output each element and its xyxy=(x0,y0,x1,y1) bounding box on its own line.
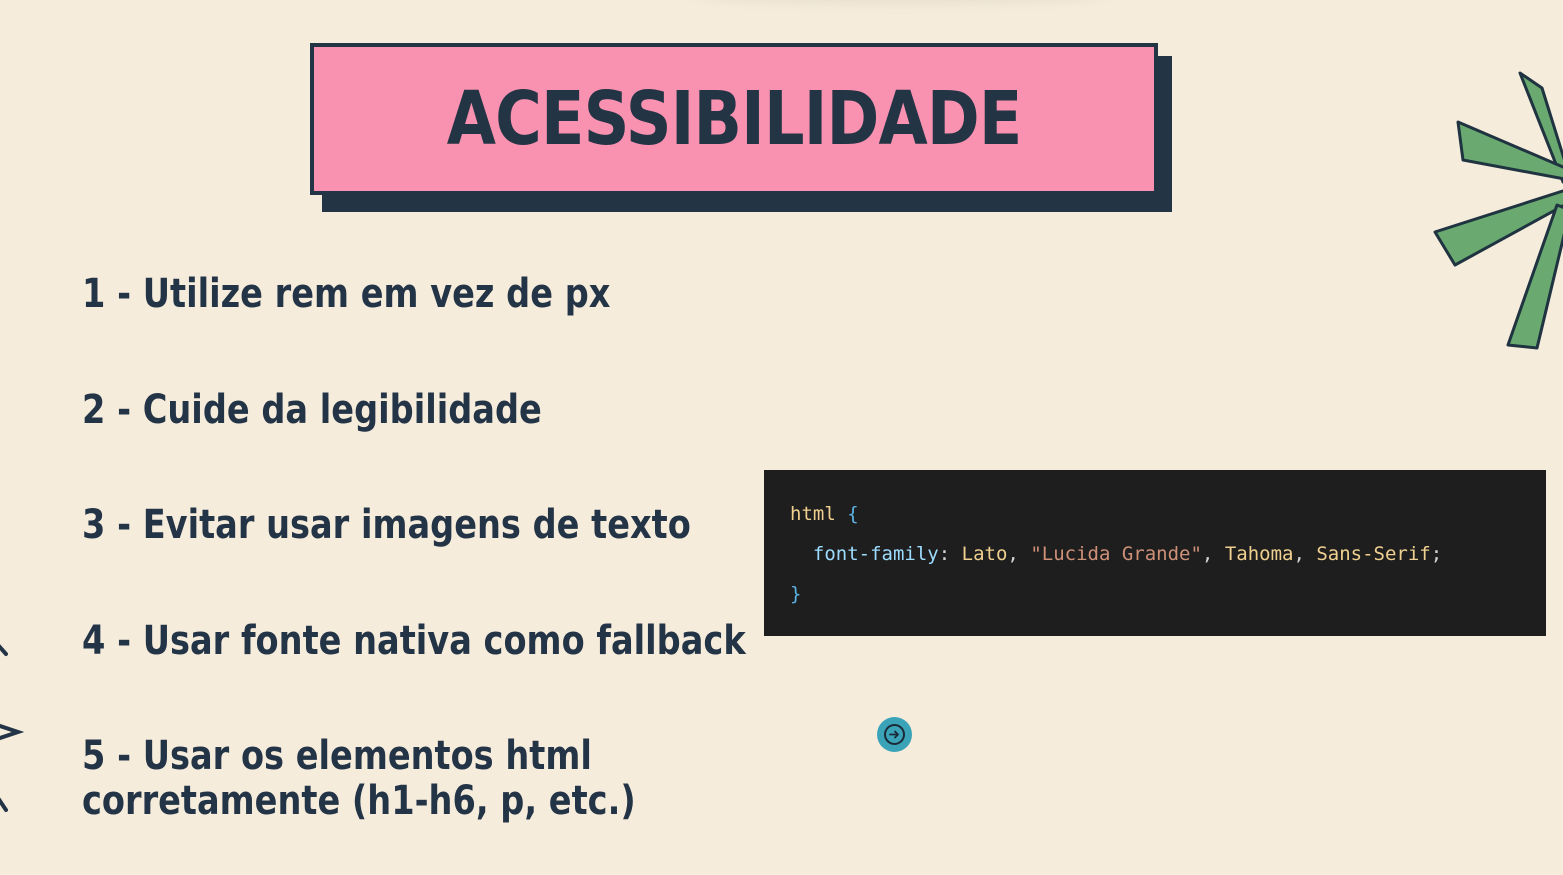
code-semicolon: ; xyxy=(1430,543,1443,565)
list-item-line-2: corretamente (h1-h6, p, etc.) xyxy=(82,778,636,824)
code-open-brace: { xyxy=(847,503,859,525)
code-value-3: Tahoma xyxy=(1224,543,1294,565)
code-close-brace: } xyxy=(790,583,802,605)
code-value-2: "Lucida Grande" xyxy=(1030,543,1202,565)
next-slide-button[interactable] xyxy=(877,717,912,752)
slide-title: ACESSIBILIDADE xyxy=(446,76,1023,162)
code-line-2: font-family: Lato, "Lucida Grande", Taho… xyxy=(790,534,1546,574)
list-item-line-1: 5 - Usar os elementos html xyxy=(82,733,592,779)
star-icon xyxy=(1433,71,1563,350)
code-comma: , xyxy=(1201,543,1214,565)
list-item: 3 - Evitar usar imagens de texto xyxy=(82,502,691,548)
arrow-right-glyph xyxy=(889,730,899,739)
title-box: ACESSIBILIDADE xyxy=(310,43,1158,195)
code-line-3: } xyxy=(790,574,1546,614)
code-snippet: html { font-family: Lato, "Lucida Grande… xyxy=(764,470,1546,636)
code-colon: : xyxy=(938,543,951,565)
code-value-4: Sans-Serif xyxy=(1316,543,1431,565)
list-item: 2 - Cuide da legibilidade xyxy=(82,387,542,433)
list-item: 4 - Usar fonte nativa como fallback xyxy=(82,618,746,664)
list-item: 1 - Utilize rem em vez de px xyxy=(82,271,611,317)
code-selector: html xyxy=(790,503,836,525)
code-comma: , xyxy=(1007,543,1019,565)
top-shadow xyxy=(690,0,1110,2)
code-value-1: Lato xyxy=(961,543,1008,565)
code-comma: , xyxy=(1293,543,1305,565)
code-property: font-family xyxy=(812,543,939,565)
arrow-right-icon xyxy=(884,724,905,745)
list-item: 5 - Usar os elementos html corretamente … xyxy=(82,734,636,824)
code-line-1: html { xyxy=(790,494,1546,534)
arrow-decoration-icon xyxy=(0,644,25,812)
